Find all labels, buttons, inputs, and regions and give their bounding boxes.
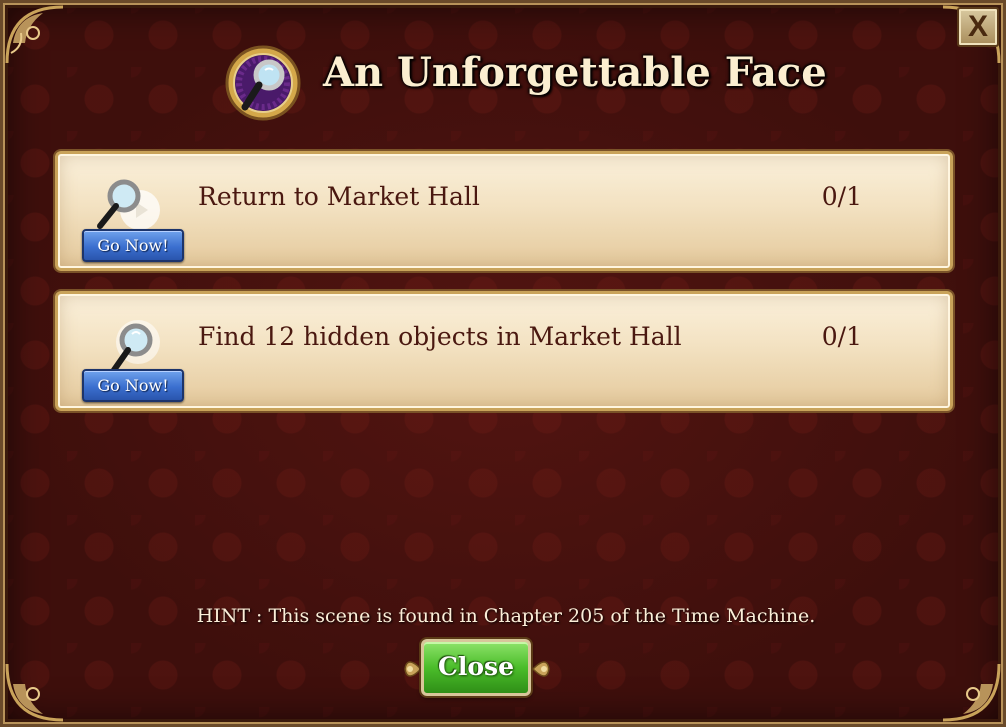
corner-ornament-bottom-left bbox=[3, 660, 67, 724]
task-progress: 0/1 bbox=[821, 322, 862, 351]
go-now-button[interactable]: Go Now! bbox=[82, 369, 184, 402]
magnifying-glass-sparkle-icon bbox=[92, 316, 170, 376]
flourish-ornament-icon bbox=[401, 651, 423, 687]
magnifying-glass-play-icon bbox=[92, 176, 170, 236]
corner-ornament-top-left bbox=[3, 3, 67, 67]
corner-ornament-bottom-right bbox=[939, 660, 1003, 724]
task-row: Return to Market Hall 0/1 Go Now! bbox=[55, 151, 953, 271]
task-label: Return to Market Hall bbox=[198, 182, 480, 211]
go-now-button[interactable]: Go Now! bbox=[82, 229, 184, 262]
hint-text: HINT : This scene is found in Chapter 20… bbox=[196, 605, 816, 627]
close-x-button[interactable]: X bbox=[957, 7, 999, 47]
flourish-ornament-icon bbox=[531, 651, 553, 687]
close-button[interactable]: Close bbox=[421, 639, 531, 696]
task-row: Find 12 hidden objects in Market Hall 0/… bbox=[55, 291, 953, 411]
magnifying-glass-icon bbox=[221, 45, 305, 123]
dialog-title: An Unforgettable Face bbox=[323, 49, 827, 96]
quest-dialog: X An Unforgettable Face Return to Market… bbox=[0, 0, 1006, 727]
task-label: Find 12 hidden objects in Market Hall bbox=[198, 322, 682, 351]
task-progress: 0/1 bbox=[821, 182, 862, 211]
